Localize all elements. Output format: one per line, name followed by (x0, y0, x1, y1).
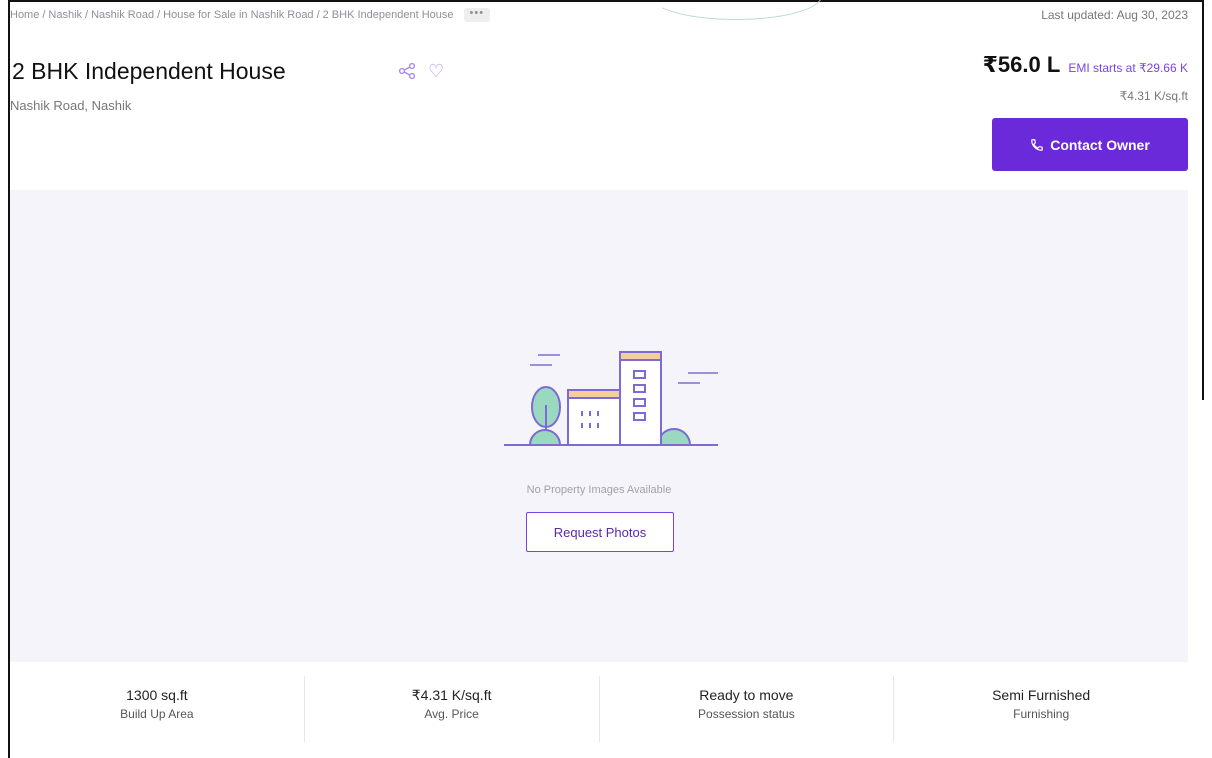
phone-icon (1031, 138, 1044, 151)
property-location: Nashik Road, Nashik (10, 98, 132, 113)
breadcrumb: Home / Nashik / Nashik Road / House for … (10, 8, 491, 22)
last-updated: Last updated: Aug 30, 2023 (1041, 8, 1188, 22)
breadcrumb-locality[interactable]: Nashik Road (91, 9, 154, 21)
breadcrumb-separator: / (157, 9, 161, 21)
stat-value: ₹4.31 K/sq.ft (411, 687, 492, 703)
breadcrumb-separator: / (316, 9, 320, 21)
frame-right-border (1202, 0, 1204, 400)
stat-label: Avg. Price (424, 707, 479, 721)
share-icon[interactable] (398, 63, 416, 79)
stat-value: Semi Furnished (992, 687, 1091, 703)
breadcrumb-city[interactable]: Nashik (48, 9, 82, 21)
stat-label: Build Up Area (120, 707, 194, 721)
stat-furnishing: Semi Furnished Furnishing (894, 676, 1188, 742)
breadcrumb-category[interactable]: House for Sale in Nashik Road (163, 9, 313, 21)
frame-top-border (8, 0, 1204, 2)
decorative-arc (650, 0, 822, 20)
photo-gallery-placeholder: No Property Images Available Request Pho… (10, 190, 1188, 662)
no-images-text: No Property Images Available (526, 484, 672, 496)
breadcrumb-more-button[interactable]: ••• (463, 8, 491, 22)
property-page: Home / Nashik / Nashik Road / House for … (0, 0, 1212, 758)
contact-owner-label: Contact Owner (1050, 136, 1150, 153)
contact-owner-button[interactable]: Contact Owner (992, 118, 1188, 171)
price-per-sqft: ₹4.31 K/sq.ft (1119, 89, 1188, 103)
stat-value: 1300 sq.ft (126, 687, 188, 703)
building-illustration-icon (504, 351, 718, 446)
stat-avg-price: ₹4.31 K/sq.ft Avg. Price (305, 676, 600, 742)
emi-link[interactable]: EMI starts at ₹29.66 K (1068, 61, 1188, 75)
breadcrumb-separator: / (85, 9, 89, 21)
request-photos-button[interactable]: Request Photos (526, 512, 674, 552)
breadcrumb-home[interactable]: Home (10, 9, 39, 21)
breadcrumb-current: 2 BHK Independent House (322, 9, 454, 21)
property-price: ₹56.0 L (982, 52, 1061, 77)
breadcrumb-separator: / (42, 9, 46, 21)
page-title: 2 BHK Independent House (12, 58, 286, 84)
stat-possession-status: Ready to move Possession status (600, 676, 895, 742)
property-stats: 1300 sq.ft Build Up Area ₹4.31 K/sq.ft A… (10, 676, 1188, 742)
stat-label: Furnishing (1013, 707, 1070, 721)
stat-build-up-area: 1300 sq.ft Build Up Area (10, 676, 305, 742)
heart-icon[interactable]: ♡ (428, 62, 444, 80)
stat-value: Ready to move (699, 687, 794, 703)
price-row: ₹56.0 L EMI starts at ₹29.66 K (983, 52, 1188, 78)
stat-label: Possession status (698, 707, 795, 721)
